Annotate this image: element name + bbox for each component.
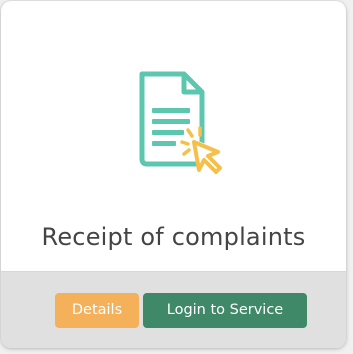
service-title: Receipt of complaints	[41, 223, 306, 251]
service-card: Receipt of complaints Details Login to S…	[1, 1, 346, 348]
card-footer: Details Login to Service	[1, 271, 346, 348]
document-click-icon	[132, 64, 232, 174]
login-to-service-button[interactable]: Login to Service	[143, 293, 307, 328]
details-button[interactable]: Details	[55, 293, 139, 328]
